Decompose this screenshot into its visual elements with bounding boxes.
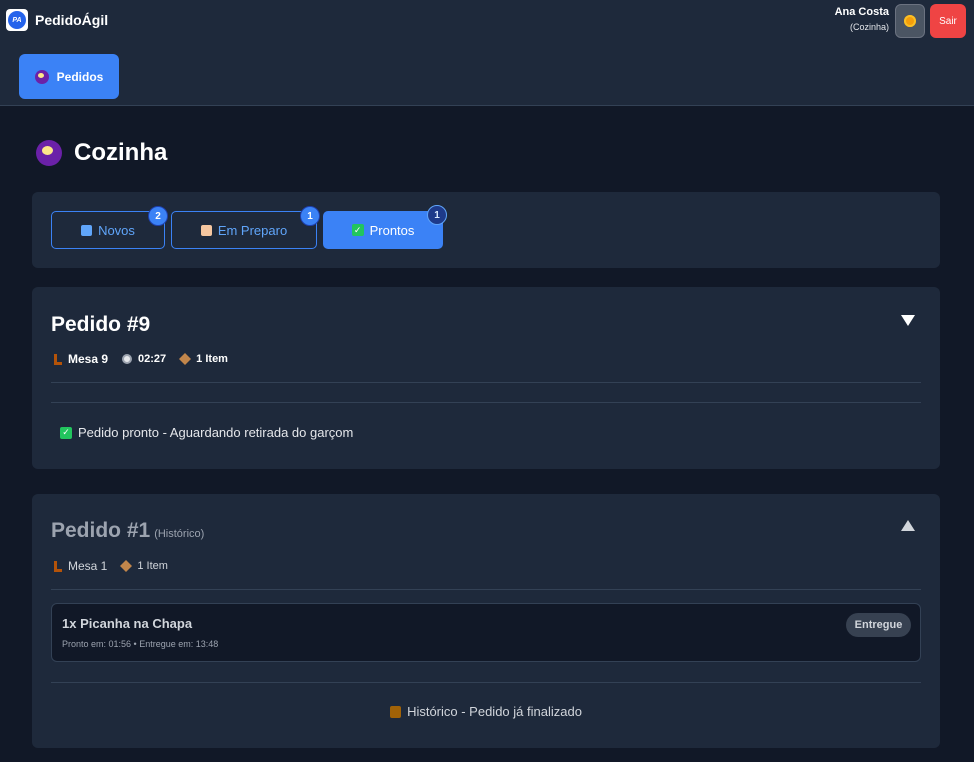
scroll-icon [390,705,402,718]
item-times: Pronto em: 01:56 • Entregue em: 13:48 [62,639,219,649]
cook-icon [200,224,212,236]
tab-label: Prontos [369,222,415,238]
sun-icon [904,15,916,27]
order-title: Pedido #9 [51,313,150,337]
tab-prontos[interactable]: ✓ Prontos [323,211,443,249]
brand[interactable]: PA PedidoÁgil [6,9,108,31]
tab-label: Em Preparo [217,222,288,238]
tab-count-badge: 1 [300,206,320,226]
logo-mark: PA [8,11,26,29]
chair-icon [54,353,62,365]
check-icon: ✓ [351,224,364,236]
items-info: 1 Item [120,559,168,573]
order-card: Pedido #9 Mesa 9 02:27 1 Item ✓ Pedido p… [32,287,940,469]
order-card-history: Pedido #1 (Histórico) Mesa 1 1 Item 1x Pi… [32,494,940,748]
status-tabs-panel: Novos 2 Em Preparo 1 ✓ Prontos 1 [32,192,940,268]
status-text: Pedido pronto - Aguardando retirada do g… [78,425,354,440]
check-icon: ✓ [60,426,72,439]
tab-count-badge: 2 [148,206,168,226]
time-info: 02:27 [122,353,166,365]
top-bar: PA PedidoÁgil Ana Costa (Cozinha) Sair P… [0,0,974,106]
order-meta: Mesa 9 02:27 1 Item [54,352,242,366]
expand-toggle-icon[interactable] [901,520,915,531]
theme-toggle-button[interactable] [895,4,925,38]
order-number: Pedido #9 [51,313,151,336]
cooking-pot-icon [34,69,49,84]
app-logo: PA [6,9,28,31]
clock-icon [122,354,133,364]
table-label: Mesa 9 [68,352,109,366]
items-info: 1 Item [179,352,228,366]
order-item: 1x Picanha na Chapa Pronto em: 01:56 • E… [51,603,921,662]
order-number: Pedido #1 [51,519,151,542]
order-title: Pedido #1 (Histórico) [51,519,204,543]
divider [51,682,921,683]
items-count: 1 Item [196,353,228,365]
order-subtitle: (Histórico) [154,528,205,540]
table-info: Mesa 9 [54,352,108,366]
items-count: 1 Item [137,560,168,572]
chair-icon [54,560,62,572]
logout-button[interactable]: Sair [930,4,966,38]
nav-item-label: Pedidos [56,69,104,84]
divider [51,382,921,383]
new-icon [81,224,93,236]
table-info: Mesa 1 [54,559,107,573]
divider [51,402,921,403]
page-header: Cozinha [36,139,167,167]
tab-label: Novos [98,222,135,238]
user-info: Ana Costa (Cozinha) [835,6,889,32]
divider [51,589,921,590]
cooking-pot-icon [36,140,62,166]
order-meta: Mesa 1 1 Item [54,559,182,573]
user-role: (Cozinha) [849,22,889,32]
nav-item-pedidos[interactable]: Pedidos [19,54,119,99]
app-name: PedidoÁgil [35,12,109,28]
user-name: Ana Costa [834,6,889,18]
package-icon [120,559,133,573]
status-badge: Entregue [846,613,911,637]
item-name: 1x Picanha na Chapa [62,616,193,631]
page-title: Cozinha [74,139,168,166]
table-label: Mesa 1 [68,559,108,573]
collapse-toggle-icon[interactable] [901,315,915,326]
package-icon [179,352,192,366]
history-message: Histórico - Pedido já finalizado [32,704,940,719]
order-status-message: ✓ Pedido pronto - Aguardando retirada do… [60,425,353,440]
tab-em-preparo[interactable]: Em Preparo [171,211,317,249]
history-text: Histórico - Pedido já finalizado [407,704,582,719]
order-time: 02:27 [138,353,167,365]
tab-count-badge: 1 [427,205,447,225]
